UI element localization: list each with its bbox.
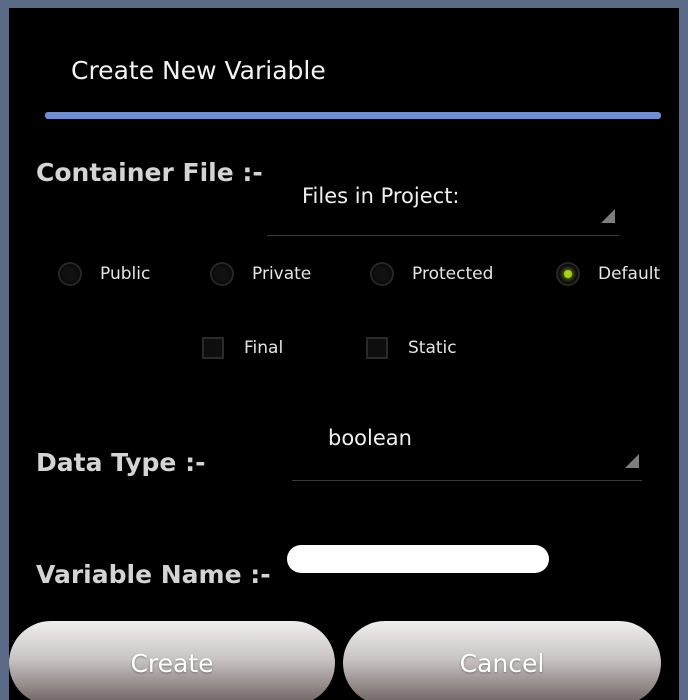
title-divider — [45, 112, 661, 119]
checkbox-static[interactable]: Static — [366, 333, 457, 363]
radio-selected-icon — [556, 262, 580, 286]
radio-circle-icon — [210, 262, 234, 286]
radio-default[interactable]: Default — [556, 256, 660, 292]
checkbox-final[interactable]: Final — [202, 333, 283, 363]
container-file-spinner[interactable]: Files in Project: — [267, 158, 619, 236]
radio-label: Private — [252, 264, 312, 284]
radio-private[interactable]: Private — [210, 256, 311, 292]
spinner-arrow-icon — [625, 454, 639, 468]
container-file-spinner-value: Files in Project: — [302, 184, 460, 208]
radio-label: Protected — [412, 264, 494, 284]
radio-public[interactable]: Public — [58, 256, 150, 292]
variable-name-label: Variable Name :- — [36, 560, 271, 589]
radio-circle-icon — [58, 262, 82, 286]
checkbox-label: Final — [244, 338, 284, 358]
radio-circle-icon — [370, 262, 394, 286]
spinner-arrow-icon — [601, 209, 615, 223]
checkbox-icon — [366, 337, 388, 359]
access-modifier-group: Public Private Protected Default — [9, 256, 679, 292]
dialog-title: Create New Variable — [71, 56, 326, 85]
data-type-label: Data Type :- — [36, 448, 206, 477]
cancel-button[interactable]: Cancel — [343, 621, 661, 700]
radio-label: Default — [598, 264, 661, 284]
create-variable-dialog: Create New Variable Container File :- Fi… — [9, 8, 679, 700]
variable-name-input[interactable] — [287, 545, 549, 573]
radio-label: Public — [100, 264, 151, 284]
data-type-spinner[interactable]: boolean — [292, 418, 642, 481]
checkbox-icon — [202, 337, 224, 359]
data-type-spinner-value: boolean — [328, 426, 412, 450]
radio-protected[interactable]: Protected — [370, 256, 493, 292]
container-file-label: Container File :- — [36, 158, 263, 187]
checkbox-label: Static — [408, 338, 457, 358]
create-button[interactable]: Create — [9, 621, 335, 700]
